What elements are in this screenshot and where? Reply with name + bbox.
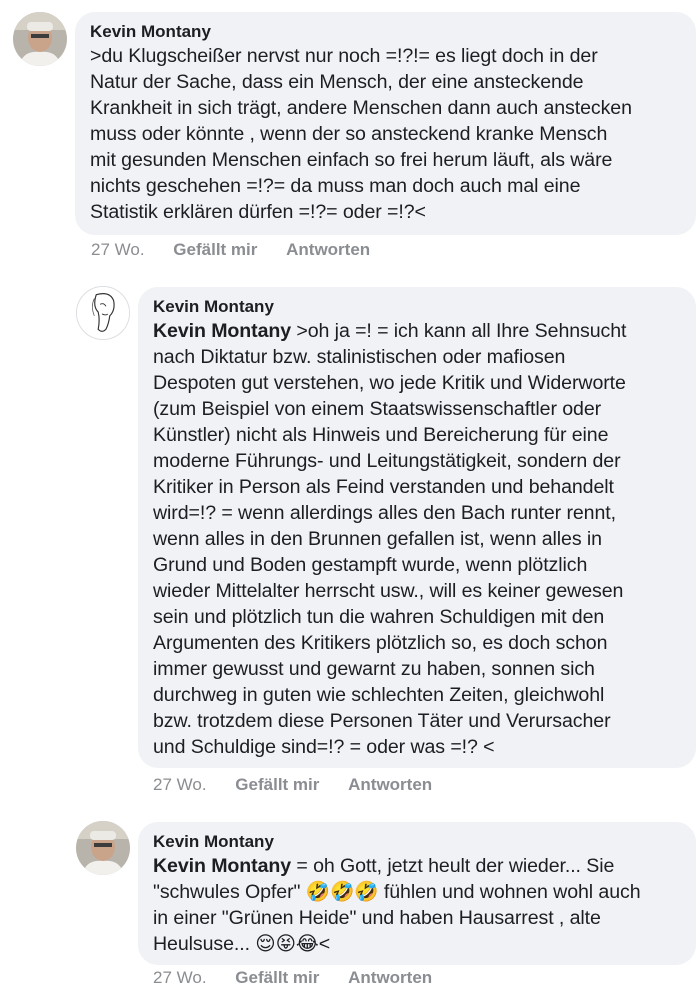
comment-author[interactable]: Kevin Montany: [153, 832, 682, 852]
comment-text: >du Klugscheißer nervst nur noch =!?!= e…: [90, 45, 632, 223]
like-button[interactable]: Gefällt mir: [173, 240, 257, 259]
comment-bubble: Kevin Montany Kevin Montany = oh Gott, j…: [138, 822, 696, 965]
reply-button[interactable]: Antworten: [348, 968, 432, 987]
comment-author[interactable]: Kevin Montany: [153, 297, 682, 317]
avatar[interactable]: [13, 12, 67, 66]
sketch-face-icon: [77, 287, 129, 339]
comment-body: >oh ja =! = ich kann all Ihre Sehnsucht …: [153, 320, 627, 758]
comment-age[interactable]: 27 Wo.: [153, 775, 207, 794]
comment-author[interactable]: Kevin Montany: [90, 22, 682, 42]
mention-link[interactable]: Kevin Montany: [153, 855, 291, 877]
person-photo-icon: [13, 12, 67, 66]
comment-actions: 27 Wo. Gefällt mir Antworten: [153, 968, 456, 988]
comment-text: Kevin Montany >oh ja =! = ich kann all I…: [153, 318, 682, 760]
mention-link[interactable]: Kevin Montany: [153, 320, 291, 342]
avatar[interactable]: [76, 821, 130, 875]
reply-button[interactable]: Antworten: [286, 240, 370, 259]
comment-bubble: Kevin Montany Kevin Montany >oh ja =! = …: [138, 287, 696, 768]
person-photo-icon: [76, 821, 130, 875]
avatar[interactable]: [76, 286, 130, 340]
like-button[interactable]: Gefällt mir: [235, 775, 319, 794]
comment-text: Kevin Montany = oh Gott, jetzt heult der…: [153, 853, 682, 957]
comment-age[interactable]: 27 Wo.: [91, 240, 145, 259]
reply-button[interactable]: Antworten: [348, 775, 432, 794]
comment-bubble: Kevin Montany >du Klugscheißer nervst nu…: [75, 12, 696, 235]
like-button[interactable]: Gefällt mir: [235, 968, 319, 987]
comment-actions: 27 Wo. Gefällt mir Antworten: [91, 240, 394, 260]
comment-actions: 27 Wo. Gefällt mir Antworten: [153, 775, 456, 795]
comment-age[interactable]: 27 Wo.: [153, 968, 207, 987]
